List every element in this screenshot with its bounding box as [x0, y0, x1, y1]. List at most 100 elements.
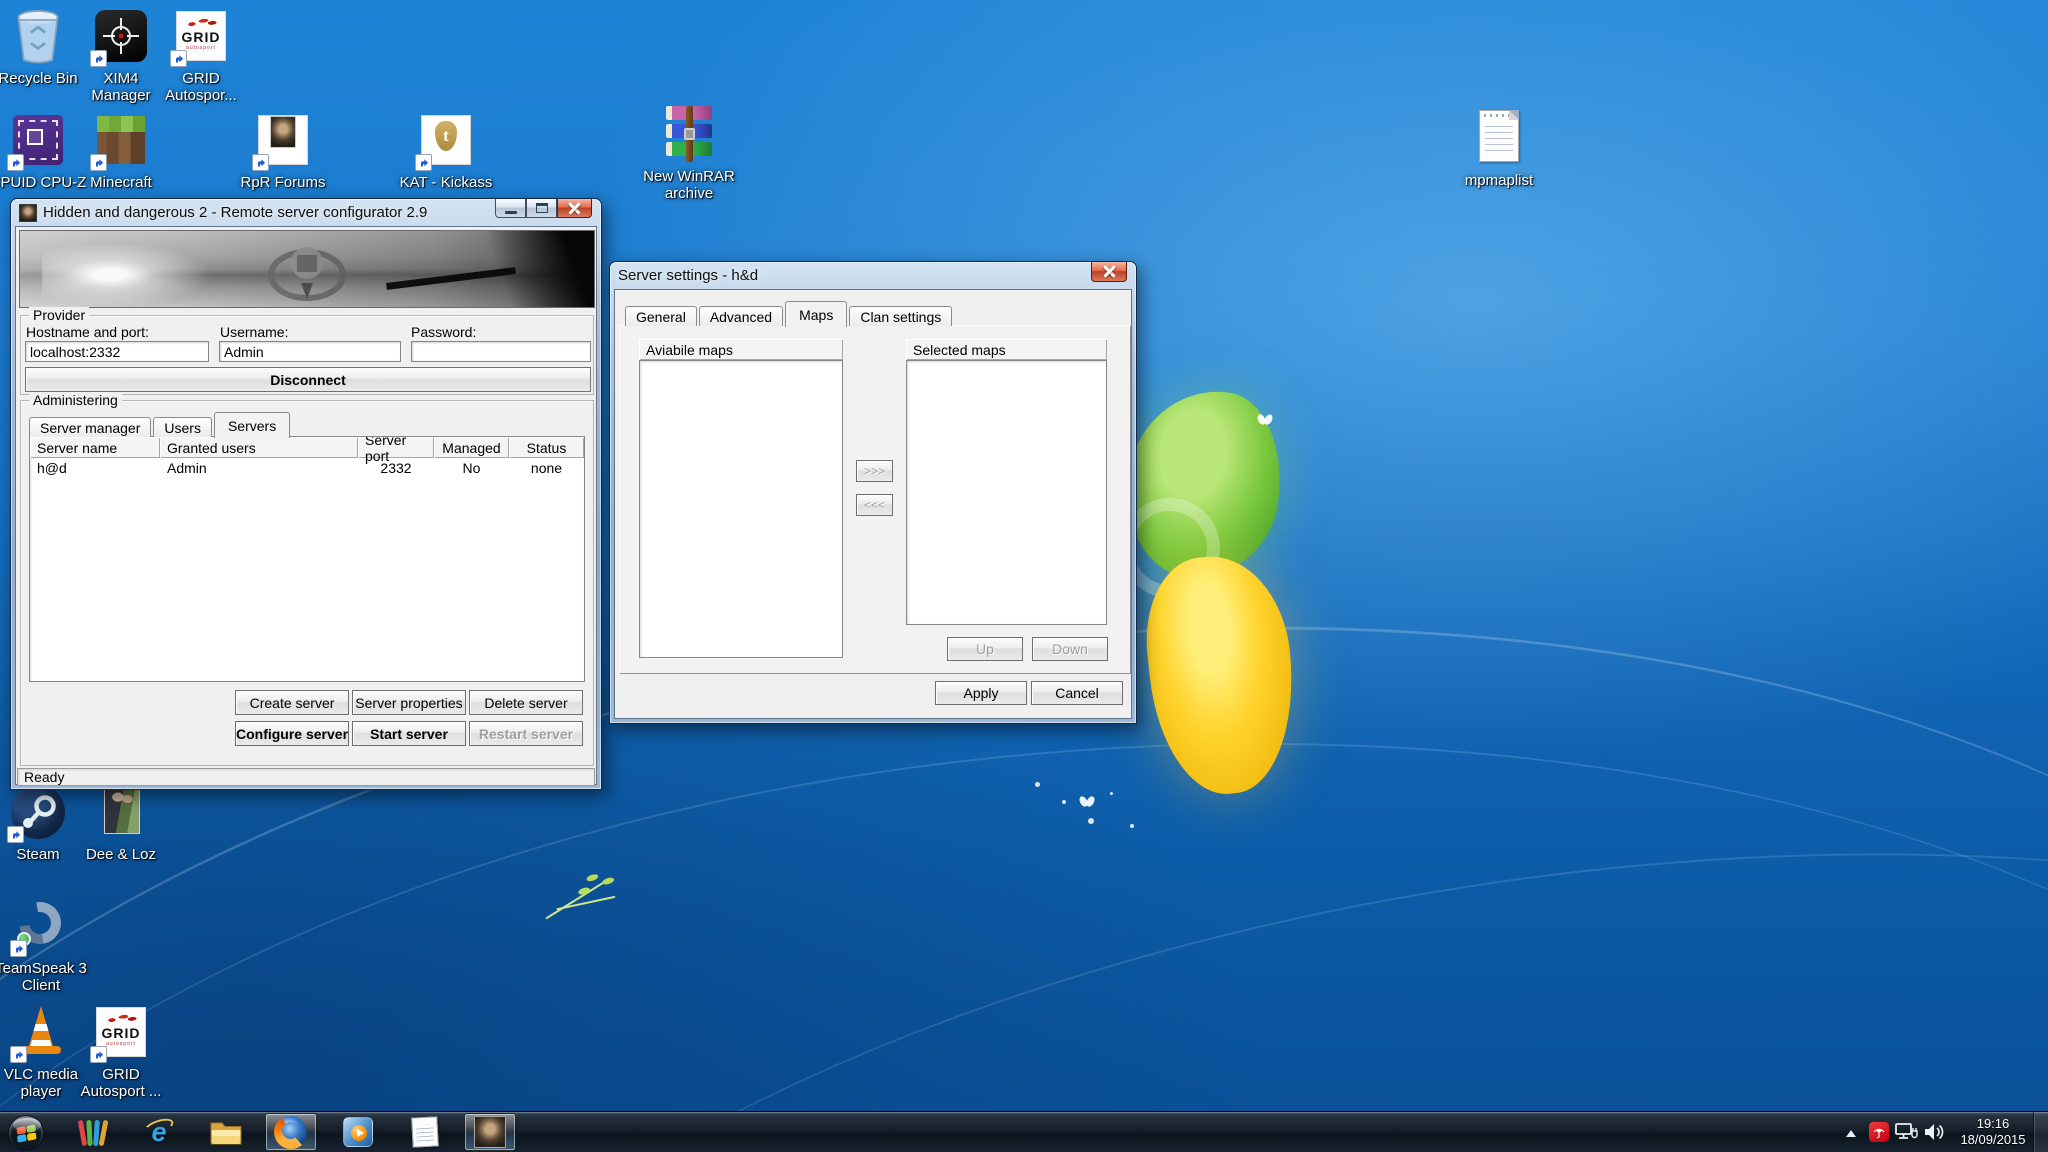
column-header-server-port[interactable]: Server port: [358, 437, 434, 458]
server-properties-button[interactable]: Server properties: [352, 690, 466, 715]
shortcut-arrow-icon: [90, 154, 107, 171]
desktop-icon-label: TeamSpeak 3: [0, 960, 91, 977]
firefox-icon: [275, 1116, 307, 1148]
desktop-icon-minecraft[interactable]: Minecraft: [71, 108, 171, 191]
wallpaper-butterfly: [1080, 796, 1094, 808]
hostname-label: Hostname and port:: [26, 324, 149, 340]
recycle-bin-icon: [6, 4, 70, 68]
column-header-server-name[interactable]: Server name: [30, 437, 160, 458]
taskbar-internet-explorer-button[interactable]: e: [133, 1113, 185, 1151]
taskbar-notepad-button[interactable]: [399, 1113, 451, 1151]
maximize-icon: [536, 203, 548, 213]
tab-maps[interactable]: Maps: [785, 301, 847, 327]
administering-group: Administering Server manager Users Serve…: [20, 400, 594, 766]
shortcut-arrow-icon: [252, 154, 269, 171]
dialog-title: Server settings - h&d: [618, 267, 758, 284]
tab-advanced[interactable]: Advanced: [699, 306, 783, 326]
tab-general[interactable]: General: [625, 306, 697, 326]
cell-server-port: 2332: [358, 460, 434, 476]
column-header-managed[interactable]: Managed: [434, 437, 509, 458]
delete-server-button[interactable]: Delete server: [469, 690, 583, 715]
column-header-granted-users[interactable]: Granted users: [160, 437, 358, 458]
start-button[interactable]: [8, 1115, 44, 1151]
text-document-icon: [1467, 106, 1531, 170]
taskbar-hd2-configurator-button[interactable]: [464, 1113, 516, 1151]
username-input[interactable]: [219, 341, 401, 362]
show-desktop-button[interactable]: [2033, 1112, 2048, 1152]
desktop-icon-rpr-forums[interactable]: RpR Forums: [233, 108, 333, 191]
speaker-icon: [1923, 1122, 1945, 1142]
dialog-client-area: General Advanced Maps Clan settings Avia…: [614, 289, 1132, 719]
tray-network-icon[interactable]: [1895, 1122, 1919, 1142]
desktop-icon-new-winrar-archive[interactable]: New WinRAR archive: [639, 102, 739, 202]
desktop-icon-kat-kickass[interactable]: t KAT - Kickass: [396, 108, 496, 191]
desktop-icon-label: Autospor...: [151, 87, 251, 104]
teamspeak-icon: [9, 894, 73, 958]
start-server-button[interactable]: Start server: [352, 721, 466, 746]
kickass-torrents-icon: t: [414, 108, 478, 172]
xim4-icon: [89, 4, 153, 68]
shortcut-arrow-icon: [170, 50, 187, 67]
tab-server-manager[interactable]: Server manager: [29, 417, 151, 437]
minimize-icon: [505, 211, 517, 214]
desktop-icon-label: GRID: [71, 1066, 171, 1083]
create-server-button[interactable]: Create server: [235, 690, 349, 715]
shortcut-arrow-icon: [10, 1046, 27, 1063]
show-hidden-icons-button[interactable]: [1845, 1128, 1857, 1138]
column-header-status[interactable]: Status: [509, 437, 584, 458]
wallpaper-sparkle: [1130, 824, 1134, 828]
password-input[interactable]: [411, 341, 591, 362]
cell-status: none: [509, 460, 584, 476]
taskbar: e: [0, 1111, 2048, 1152]
desktop-icon-label: New WinRAR: [639, 168, 739, 185]
disconnect-button[interactable]: Disconnect: [25, 367, 591, 392]
hd2-banner: [19, 230, 595, 308]
maximize-button[interactable]: [526, 199, 557, 218]
cancel-button[interactable]: Cancel: [1031, 681, 1123, 705]
taskbar-clock[interactable]: 19:16 18/09/2015: [1950, 1116, 2036, 1148]
down-button: Down: [1032, 637, 1108, 661]
desktop-icon-dee-loz[interactable]: Dee & Loz: [71, 780, 171, 863]
tab-clan-settings[interactable]: Clan settings: [849, 306, 952, 326]
hd2-app-icon: [474, 1116, 506, 1148]
dialog-close-button[interactable]: [1091, 262, 1127, 282]
hostname-input[interactable]: [25, 341, 209, 362]
desktop-icon-teamspeak3[interactable]: TeamSpeak 3 Client: [0, 894, 91, 994]
taskbar-media-center-button[interactable]: [67, 1113, 119, 1151]
desktop-icon-grid-autosport-2[interactable]: GRID autosport GRID Autosport ...: [71, 1000, 171, 1100]
shortcut-arrow-icon: [7, 154, 24, 171]
tab-users[interactable]: Users: [153, 417, 212, 437]
apply-button[interactable]: Apply: [935, 681, 1027, 705]
status-bar: Ready: [17, 768, 595, 786]
taskbar-explorer-button[interactable]: [200, 1113, 252, 1151]
desktop-icon-grid-autosport[interactable]: GRID autosport GRID Autospor...: [151, 4, 251, 104]
desktop-icon-label: RpR Forums: [233, 174, 333, 191]
minimize-button[interactable]: [495, 199, 526, 218]
servers-listview[interactable]: Server name Granted users Server port Ma…: [29, 436, 585, 682]
tray-volume-icon[interactable]: [1923, 1122, 1945, 1142]
server-table-row[interactable]: h@d Admin 2332 No none: [30, 458, 584, 478]
desktop-icon-label: Autosport ...: [71, 1083, 171, 1100]
internet-explorer-icon: e: [143, 1116, 175, 1148]
available-maps-panel: Aviabile maps: [639, 339, 843, 658]
taskbar-media-player-button[interactable]: [332, 1113, 384, 1151]
close-button[interactable]: [557, 199, 592, 218]
umbrella-icon: [1869, 1122, 1889, 1142]
tray-avira-icon[interactable]: [1869, 1122, 1889, 1142]
winrar-archive-icon: [657, 102, 721, 166]
desktop-icon-label: mpmaplist: [1449, 172, 1549, 189]
desktop-icon-label: Minecraft: [71, 174, 171, 191]
selected-maps-list[interactable]: [906, 360, 1107, 625]
wallpaper-sparkle: [1110, 792, 1113, 795]
dialog-title-bar[interactable]: Server settings - h&d: [610, 262, 1136, 289]
cpu-z-icon: [6, 108, 70, 172]
desktop-icon-mpmaplist[interactable]: mpmaplist: [1449, 106, 1549, 189]
available-maps-list[interactable]: [639, 360, 843, 658]
tab-servers[interactable]: Servers: [214, 412, 290, 438]
shortcut-arrow-icon: [90, 1046, 107, 1063]
window-client-area: Provider Hostname and port: Username: Pa…: [15, 226, 597, 785]
configure-server-button[interactable]: Configure server: [235, 721, 349, 746]
taskbar-firefox-button[interactable]: [265, 1113, 317, 1151]
shortcut-arrow-icon: [7, 826, 24, 843]
maps-tab-page: Aviabile maps Selected maps >>> <<< Up D…: [619, 325, 1131, 674]
